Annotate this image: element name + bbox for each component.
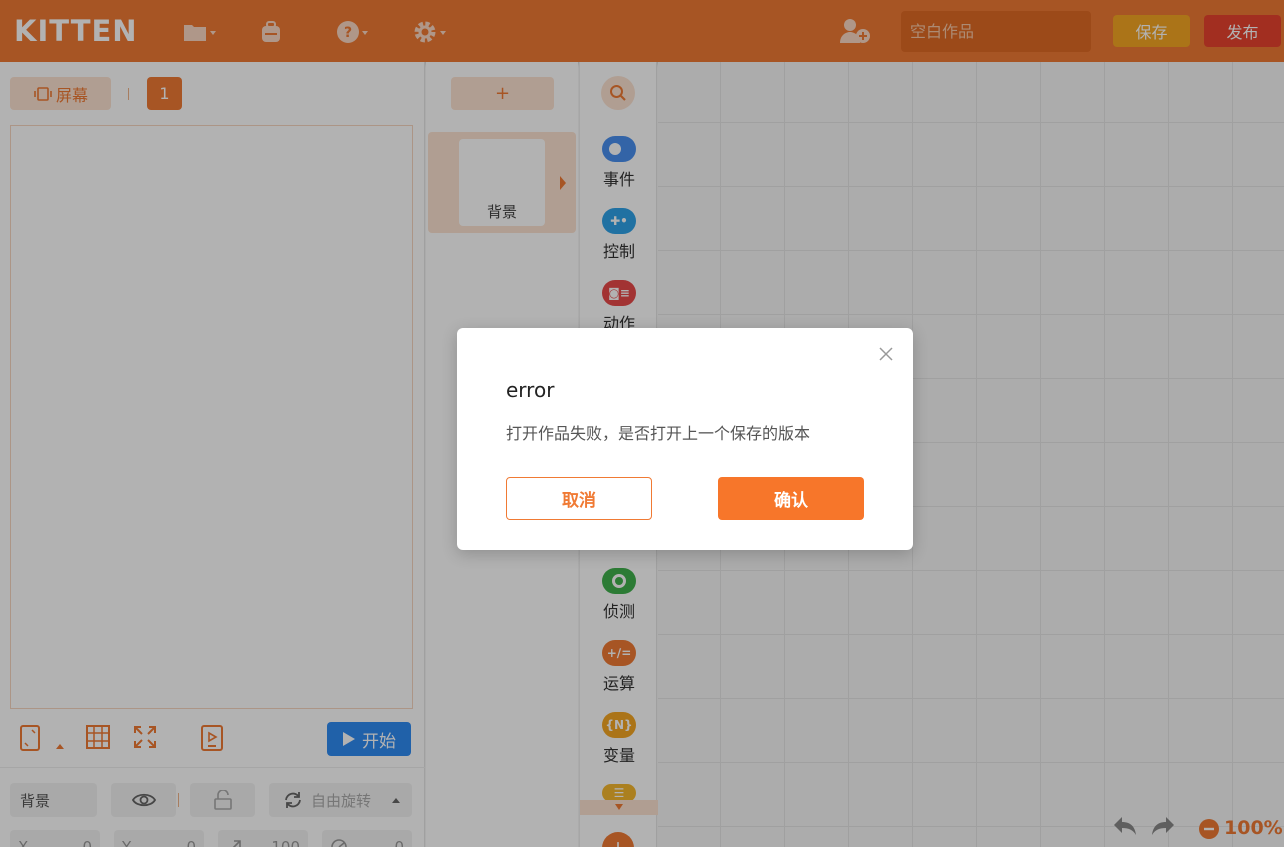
dialog-title: error <box>506 378 555 402</box>
confirm-button[interactable]: 确认 <box>718 477 864 520</box>
cancel-button[interactable]: 取消 <box>506 477 652 520</box>
close-icon <box>879 347 893 361</box>
error-dialog: error 打开作品失败，是否打开上一个保存的版本 取消 确认 <box>457 328 913 550</box>
close-button[interactable] <box>878 346 894 362</box>
dialog-message: 打开作品失败，是否打开上一个保存的版本 <box>506 424 811 443</box>
